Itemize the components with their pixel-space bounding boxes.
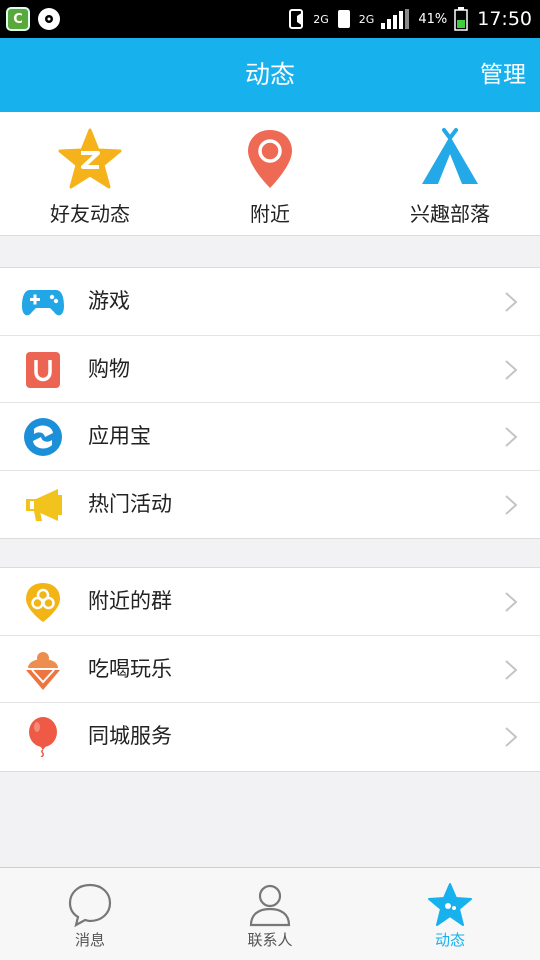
services-group-1: 游戏 购物 应用宝 热门活动 xyxy=(0,267,540,539)
app-notification-icon: C xyxy=(6,7,30,31)
services-group-2: 附近的群 吃喝玩乐 同城服务 xyxy=(0,567,540,772)
list-item-label: 附近的群 xyxy=(88,589,172,613)
star-z-icon xyxy=(58,128,122,189)
ice-cream-icon xyxy=(26,651,60,690)
chat-bubble-icon xyxy=(68,883,112,928)
tab-contacts[interactable]: 联系人 xyxy=(180,868,360,960)
location-pin-icon xyxy=(248,130,292,188)
tab-feed[interactable]: 动态 xyxy=(360,868,540,960)
contact-person-icon xyxy=(249,884,291,927)
page-title: 动态 xyxy=(244,60,295,89)
friend-feed-shortcut[interactable]: 好友动态 xyxy=(0,112,180,236)
nearby-label: 附近 xyxy=(250,202,290,226)
interest-tribe-shortcut[interactable]: 兴趣部落 xyxy=(360,112,540,236)
chevron-right-icon xyxy=(505,494,518,515)
app-treasure-icon xyxy=(24,418,62,456)
sim-card-icon xyxy=(289,9,304,29)
tab-label: 联系人 xyxy=(247,931,293,949)
list-item-label: 吃喝玩乐 xyxy=(88,656,172,681)
list-item-label: 购物 xyxy=(88,356,130,381)
gamepad-icon xyxy=(22,290,64,316)
tent-icon xyxy=(422,128,478,184)
list-item-shopping[interactable]: 购物 xyxy=(0,336,540,403)
clock: 17:50 xyxy=(477,8,532,30)
chevron-right-icon xyxy=(505,659,518,680)
list-item-hot-events[interactable]: 热门活动 xyxy=(0,471,540,539)
shopping-magnet-icon xyxy=(26,351,60,388)
signal-icon xyxy=(381,9,410,29)
list-item-nearby-groups[interactable]: 附近的群 xyxy=(0,568,540,636)
chevron-right-icon xyxy=(505,359,518,380)
status-bar: C 2G 2G 41% 17:50 xyxy=(0,0,540,38)
nearby-shortcut[interactable]: 附近 xyxy=(180,112,360,236)
chevron-right-icon xyxy=(505,427,518,447)
sim-card-2-icon xyxy=(337,10,350,28)
list-item-food-fun[interactable]: 吃喝玩乐 xyxy=(0,636,540,703)
tab-messages[interactable]: 消息 xyxy=(0,868,180,960)
nearby-group-icon xyxy=(26,583,60,622)
chevron-right-icon xyxy=(505,592,518,612)
list-item-label: 热门活动 xyxy=(88,491,172,516)
interest-tribe-label: 兴趣部落 xyxy=(410,202,490,226)
list-item-label: 同城服务 xyxy=(88,724,172,748)
star-icon xyxy=(428,883,472,926)
tab-label: 动态 xyxy=(434,931,465,949)
manage-button[interactable]: 管理 xyxy=(480,38,526,112)
disc-notification-icon xyxy=(38,8,60,30)
network-type-label: 2G xyxy=(313,12,329,26)
battery-icon xyxy=(454,7,468,31)
title-bar: 动态 管理 xyxy=(0,38,540,112)
tab-label: 消息 xyxy=(74,931,105,949)
chevron-right-icon xyxy=(505,727,518,747)
list-item-city-services[interactable]: 同城服务 xyxy=(0,703,540,771)
list-item-app-store[interactable]: 应用宝 xyxy=(0,403,540,471)
list-item-label: 游戏 xyxy=(88,289,130,313)
megaphone-icon xyxy=(26,488,62,521)
list-item-games[interactable]: 游戏 xyxy=(0,268,540,336)
list-item-label: 应用宝 xyxy=(88,424,151,448)
balloon-icon xyxy=(29,717,57,757)
top-shortcuts: 好友动态 附近 兴趣部落 xyxy=(0,112,540,236)
friend-feed-label: 好友动态 xyxy=(50,202,130,226)
bottom-tab-bar: 消息 联系人 动态 xyxy=(0,867,540,960)
battery-percent: 41% xyxy=(418,11,448,27)
network-type-label-2: 2G xyxy=(358,12,375,26)
chevron-right-icon xyxy=(505,292,518,312)
